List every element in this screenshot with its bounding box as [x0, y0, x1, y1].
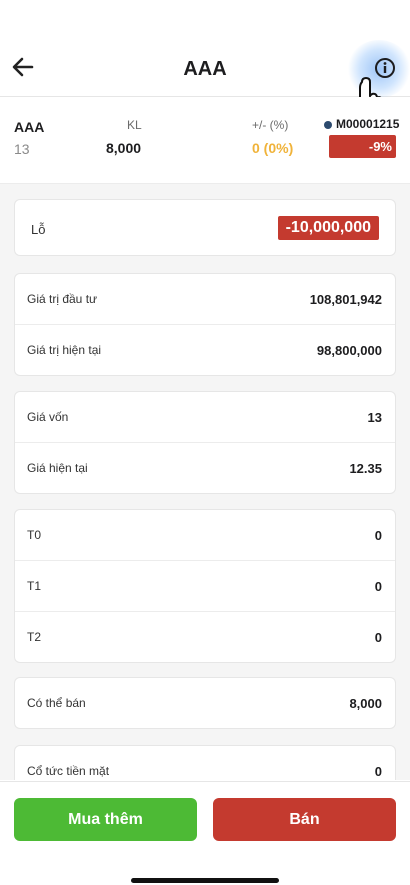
change-value: 0 (0%) — [252, 140, 294, 156]
value-card: Giá trị đầu tư 108,801,942 Giá trị hiện … — [14, 273, 396, 376]
header: AAA — [0, 0, 410, 123]
row-value: 108,801,942 — [309, 292, 382, 307]
row-label: Giá vốn — [27, 410, 69, 424]
loss-label: Lỗ — [31, 222, 46, 237]
row-label: Cổ tức tiền mặt — [27, 764, 110, 778]
list-item: Có thể bán 8,000 — [15, 678, 395, 728]
action-footer: Mua thêm Bán — [0, 781, 410, 885]
row-value: 12.35 — [349, 461, 382, 476]
settlement-card: T0 0 T1 0 T2 0 — [14, 509, 396, 663]
list-item: Giá hiện tại 12.35 — [15, 443, 395, 493]
row-label: Giá trị hiện tại — [27, 343, 102, 357]
account-number: M00001215 — [324, 117, 399, 131]
row-label: Có thể bán — [27, 696, 86, 710]
profit-loss-card: Lỗ -10,000,000 — [14, 199, 396, 256]
change-label: +/- (%) — [252, 118, 289, 132]
list-item: T1 0 — [15, 561, 395, 612]
details-content[interactable]: Lỗ -10,000,000 Giá trị đầu tư 108,801,94… — [0, 184, 410, 780]
price-card: Giá vốn 13 Giá hiện tại 12.35 — [14, 391, 396, 494]
list-item: T0 0 — [15, 510, 395, 561]
kl-label: KL — [127, 118, 142, 132]
loss-value-badge: -10,000,000 — [277, 216, 379, 240]
list-item: Giá vốn 13 — [15, 392, 395, 443]
buy-more-button[interactable]: Mua thêm — [14, 798, 197, 841]
list-item: Cổ tức tiền mặt 0 — [15, 746, 395, 780]
row-value: 13 — [367, 410, 382, 425]
row-label: Giá hiện tại — [27, 461, 88, 475]
stock-symbol-sub: 13 — [14, 141, 30, 157]
row-value: 0 — [374, 630, 382, 645]
row-label: T1 — [27, 579, 42, 593]
row-label: Giá trị đầu tư — [27, 292, 98, 306]
row-label: T0 — [27, 528, 42, 542]
row-value: 0 — [374, 528, 382, 543]
dividend-card: Cổ tức tiền mặt 0 — [14, 745, 396, 780]
stock-symbol: AAA — [14, 119, 45, 135]
list-item: Giá trị đầu tư 108,801,942 — [15, 274, 395, 325]
row-value: 8,000 — [349, 696, 382, 711]
row-value: 0 — [374, 579, 382, 594]
percent-badge: -9% — [329, 135, 396, 158]
sell-button[interactable]: Bán — [213, 798, 396, 841]
sellable-card: Có thể bán 8,000 — [14, 677, 396, 729]
home-indicator[interactable] — [131, 878, 279, 883]
row-label: T2 — [27, 630, 42, 644]
list-item: T2 0 — [15, 612, 395, 662]
row-value: 0 — [374, 764, 382, 779]
row-value: 98,800,000 — [316, 343, 382, 358]
kl-value: 8,000 — [106, 140, 142, 156]
account-dot-icon — [324, 120, 332, 129]
list-item: Giá trị hiện tại 98,800,000 — [15, 325, 395, 375]
position-summary: AAA 13 KL 8,000 +/- (%) 0 (0%) M00001215… — [0, 97, 410, 184]
account-label: M00001215 — [336, 117, 400, 131]
